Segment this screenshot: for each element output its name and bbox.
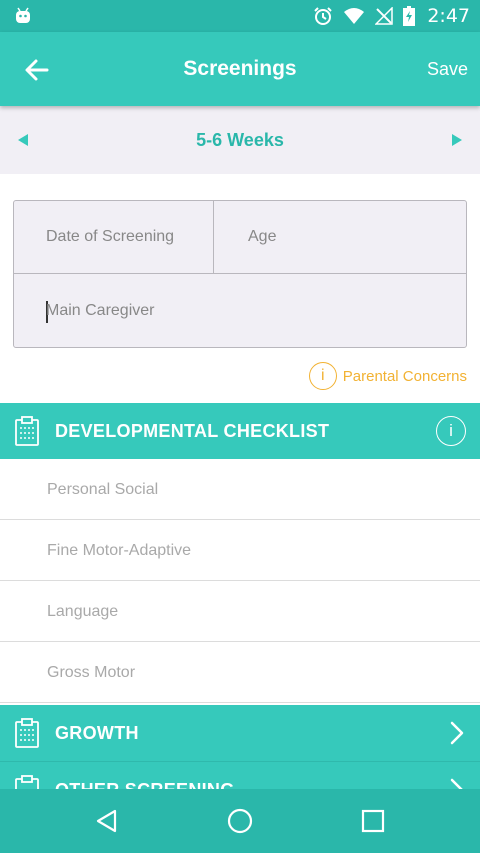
developmental-checklist-header[interactable]: DEVELOPMENTAL CHECKLIST i — [0, 403, 480, 459]
system-navigation-bar — [0, 789, 480, 853]
alarm-icon — [314, 7, 333, 25]
caregiver-placeholder: Main Caregiver — [46, 302, 155, 319]
page-title: Screenings — [183, 57, 297, 80]
list-item-label: Personal Social — [47, 481, 159, 498]
main-caregiver-field[interactable]: Main Caregiver — [14, 274, 466, 347]
chevron-right-icon — [450, 721, 464, 745]
list-item-label: Gross Motor — [47, 664, 136, 681]
battery-charging-icon — [403, 6, 416, 26]
signal-off-icon — [375, 7, 394, 25]
date-placeholder: Date of Screening — [46, 228, 175, 245]
section-title: DEVELOPMENTAL CHECKLIST — [55, 421, 330, 441]
growth-section-header[interactable]: GROWTH — [0, 705, 480, 761]
list-item[interactable]: Language — [0, 581, 480, 642]
date-of-screening-field[interactable]: Date of Screening — [14, 201, 214, 274]
list-item-label: Fine Motor-Adaptive — [47, 542, 192, 559]
list-item[interactable]: Fine Motor-Adaptive — [0, 520, 480, 581]
parental-concerns-label: Parental Concerns — [342, 367, 467, 385]
screening-form: Date of Screening Age Main Caregiver — [13, 200, 467, 348]
info-icon[interactable]: i — [436, 416, 466, 446]
status-time: 2:47 — [427, 5, 470, 27]
clipboard-icon — [15, 416, 39, 446]
list-item-label: Language — [47, 603, 119, 620]
list-item[interactable]: Personal Social — [0, 459, 480, 520]
clipboard-icon — [15, 718, 39, 748]
age-placeholder: Age — [248, 228, 277, 245]
list-item[interactable]: Gross Motor — [0, 642, 480, 703]
home-circle-icon[interactable] — [227, 808, 253, 834]
info-icon: i — [308, 362, 337, 390]
week-label: 5-6 Weeks — [196, 130, 284, 150]
next-week-button[interactable] — [452, 134, 462, 146]
app-bar: Screenings Save — [0, 32, 480, 106]
recents-square-icon[interactable] — [361, 808, 385, 834]
save-button[interactable]: Save — [427, 59, 468, 80]
status-bar: 2:47 — [0, 0, 480, 32]
back-triangle-icon[interactable] — [94, 808, 120, 834]
wifi-icon — [344, 8, 365, 24]
parental-concerns-button[interactable]: i Parental Concerns — [308, 362, 467, 390]
android-icon — [16, 7, 30, 23]
section-title: GROWTH — [55, 723, 139, 743]
week-selector: 5-6 Weeks — [0, 106, 480, 174]
age-field[interactable]: Age — [214, 201, 466, 274]
